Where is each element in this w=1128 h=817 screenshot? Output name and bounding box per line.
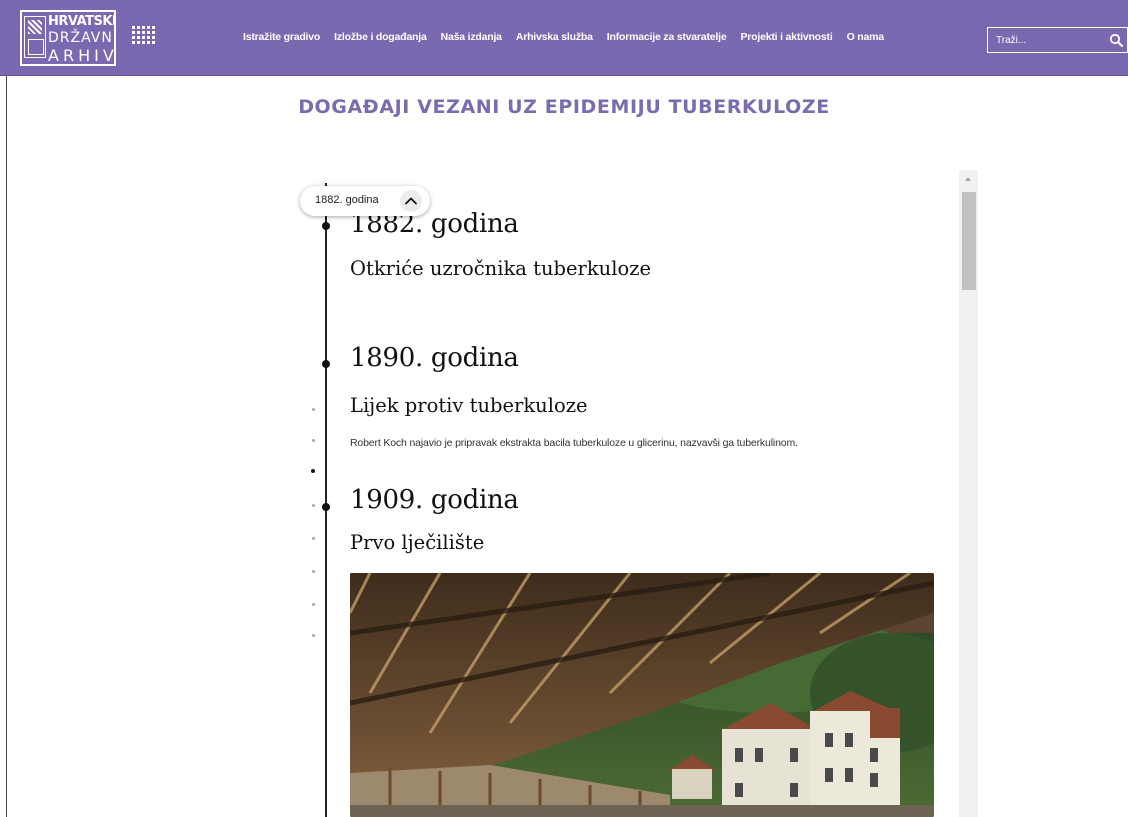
search-input[interactable] — [988, 28, 1098, 52]
tooltip-label: 1882. godina — [315, 194, 379, 206]
timeline-dot-icon[interactable] — [322, 222, 330, 230]
hda-logo[interactable]: HRVATSKI DRŽAVNI ARHIV — [20, 10, 118, 66]
event-title: Otkriće uzročnika tuberkuloze — [350, 257, 652, 280]
main-nav: Istražite gradivo Izložbe i događanja Na… — [243, 31, 898, 45]
sanatorium-postcard-image — [350, 573, 934, 817]
scrollbar-thumb[interactable] — [962, 192, 976, 290]
collapse-button[interactable] — [400, 190, 422, 212]
event-year: 1909. godina — [350, 485, 519, 515]
nav-item-izlozbe[interactable]: Izložbe i događanja — [334, 31, 427, 45]
timeline-nav-dot[interactable] — [312, 570, 315, 573]
event-title: Lijek protiv tuberkuloze — [350, 394, 588, 417]
timeline-nav-dot-active[interactable] — [311, 469, 315, 473]
coat-of-arms-icon — [24, 16, 46, 58]
apps-grid-icon[interactable] — [132, 26, 156, 46]
logo-line-2: DRŽAVNI — [48, 30, 118, 46]
timeline-dot-icon[interactable] — [322, 503, 330, 511]
nav-item-o-nama[interactable]: O nama — [847, 31, 885, 45]
nav-item-izdanja[interactable]: Naša izdanja — [441, 31, 502, 45]
timeline-dot-icon[interactable] — [322, 360, 330, 368]
event-title: Prvo lječilište — [350, 531, 485, 554]
logo-line-3: ARHIV — [48, 46, 118, 65]
scroll-up-arrow-icon[interactable] — [965, 177, 971, 181]
event-year: 1890. godina — [350, 343, 519, 373]
nav-item-istrazite-gradivo[interactable]: Istražite gradivo — [243, 31, 320, 45]
nav-item-projekti[interactable]: Projekti i aktivnosti — [740, 31, 832, 45]
page-title: DOGAĐAJI VEZANI UZ EPIDEMIJU TUBERKULOZE — [298, 96, 830, 118]
timeline-nav-dot[interactable] — [312, 537, 315, 540]
timeline-nav-dot[interactable] — [312, 634, 315, 637]
search-box — [987, 27, 1128, 53]
search-icon[interactable] — [1109, 33, 1123, 47]
logo-line-1: HRVATSKI — [48, 14, 117, 29]
timeline-nav-dot[interactable] — [312, 408, 315, 411]
timeline-nav-dot[interactable] — [312, 504, 315, 507]
chevron-up-icon — [405, 197, 417, 205]
header-bar: HRVATSKI DRŽAVNI ARHIV Istražite gradivo… — [0, 0, 1128, 76]
timeline-line — [325, 183, 327, 817]
event-description: Robert Koch najavio je pripravak ekstrak… — [350, 437, 798, 449]
timeline-nav-dot[interactable] — [312, 439, 315, 442]
left-edge-border — [6, 76, 7, 817]
timeline-nav-dot[interactable] — [312, 603, 315, 606]
nav-item-arhivska-sluzba[interactable]: Arhivska služba — [516, 31, 593, 45]
year-tooltip: 1882. godina — [300, 186, 430, 216]
nav-item-stvaratelji[interactable]: Informacije za stvaratelje — [607, 31, 727, 45]
